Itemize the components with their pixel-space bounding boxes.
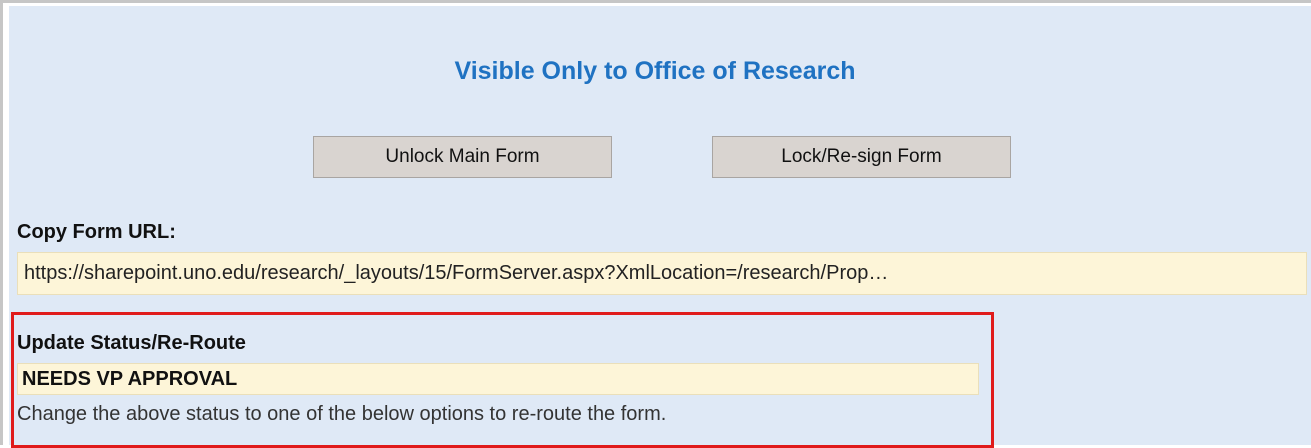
status-help-text: Change the above status to one of the be… [17,403,667,425]
lock-resign-form-button[interactable]: Lock/Re-sign Form [712,136,1011,178]
copy-form-url-label: Copy Form URL: [17,221,176,243]
status-field[interactable]: NEEDS VP APPROVAL [17,363,979,395]
section-title: Visible Only to Office of Research [454,57,856,85]
office-of-research-panel: Visible Only to Office of Research Unloc… [9,6,1311,448]
form-url-field[interactable]: https://sharepoint.uno.edu/research/_lay… [17,252,1307,295]
update-status-label: Update Status/Re-Route [17,332,246,354]
unlock-main-form-button[interactable]: Unlock Main Form [313,136,612,178]
